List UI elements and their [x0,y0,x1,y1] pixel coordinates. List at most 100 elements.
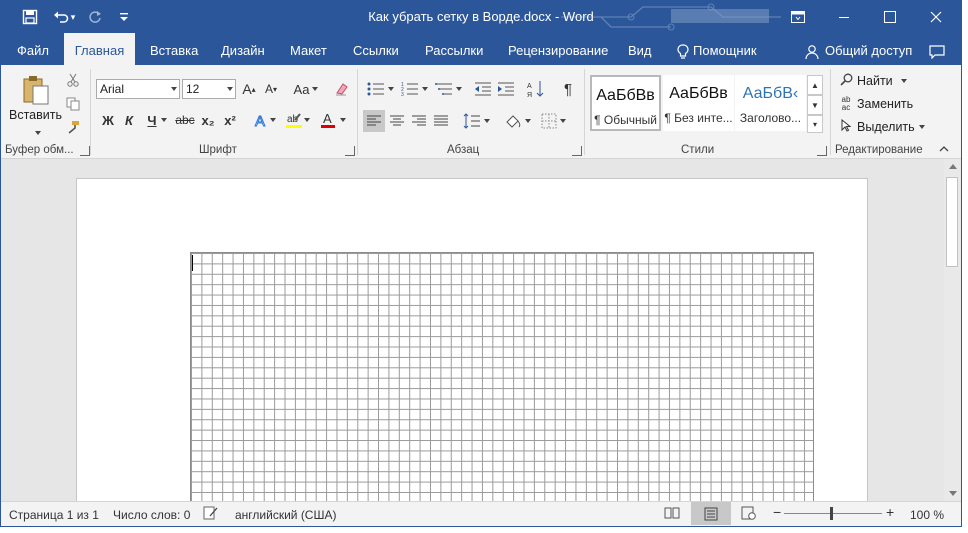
tab-references[interactable]: Ссылки [341,33,411,65]
zoom-slider-thumb[interactable] [830,507,833,520]
bold-button[interactable]: Ж [99,110,117,130]
comments-icon[interactable] [917,33,957,65]
align-right-button[interactable] [408,110,430,132]
strikethrough-button[interactable]: abc [174,110,196,130]
paragraph-launcher-icon[interactable] [572,146,582,156]
tab-review[interactable]: Рецензирование [496,33,620,65]
shading-icon[interactable] [501,110,533,132]
tab-layout[interactable]: Макет [278,33,339,65]
paste-icon[interactable] [19,73,53,107]
font-color-dropdown-icon[interactable] [339,110,347,130]
tab-tell-me[interactable]: Помощник [665,33,769,65]
cut-icon[interactable] [65,72,81,88]
increase-indent-icon[interactable] [496,79,516,99]
copy-icon[interactable] [65,96,81,112]
svg-text:A: A [323,111,332,126]
group-separator [830,69,831,155]
styles-scroll-down-icon[interactable]: ▼ [807,95,823,115]
tab-insert[interactable]: Вставка [138,33,210,65]
font-launcher-icon[interactable] [345,146,355,156]
tab-file[interactable]: Файл [5,33,61,65]
account-redacted [671,9,769,23]
word-count[interactable]: Число слов: 0 [113,508,190,522]
styles-launcher-icon[interactable] [817,146,827,156]
close-icon[interactable] [913,1,959,33]
document-area[interactable] [1,159,944,501]
numbering-icon[interactable]: 123 [399,79,429,99]
group-separator [584,69,585,155]
zoom-out-button[interactable]: − [773,505,781,519]
tab-design[interactable]: Дизайн [209,33,277,65]
page-count[interactable]: Страница 1 из 1 [9,508,99,522]
font-group-label: Шрифт [199,144,237,156]
language[interactable]: английский (США) [235,508,336,522]
scroll-down-icon[interactable] [944,486,961,501]
clear-formatting-icon[interactable] [332,79,352,99]
shrink-font-button[interactable]: A ▾ [262,79,280,99]
word-window: ▾ Как убрать сетку в Ворде.docx - Word Ф… [0,0,962,527]
zoom-in-button[interactable]: + [886,505,894,519]
borders-icon[interactable] [537,110,569,132]
align-center-button[interactable] [386,110,408,132]
bullets-icon[interactable] [365,79,395,99]
superscript-button[interactable]: x² [220,110,240,130]
show-formatting-marks-icon[interactable]: ¶ [558,79,578,99]
tab-mailings[interactable]: Рассылки [413,33,495,65]
change-case-label: Aa [293,81,310,97]
tell-me-label: Помощник [693,43,757,58]
style-no-spacing[interactable]: АаБбВв ¶ Без инте... [663,75,734,131]
find-button[interactable]: Найти [839,71,907,91]
zoom-level[interactable]: 100 % [910,508,944,522]
scroll-up-icon[interactable] [944,159,961,174]
subscript-button[interactable]: x₂ [198,110,218,130]
styles-scroll-up-icon[interactable]: ▲ [807,75,823,95]
font-color-icon[interactable]: A [318,110,338,130]
change-case-button[interactable]: Aa [289,79,323,99]
minimize-icon[interactable] [821,1,867,33]
select-button[interactable]: Выделить [839,117,925,137]
replace-icon: ab ac [841,95,851,112]
collapse-ribbon-icon[interactable] [937,143,951,155]
grid-table[interactable] [190,252,814,501]
paste-label[interactable]: Вставить [9,108,62,122]
text-cursor [192,255,193,271]
read-mode-icon[interactable] [664,506,680,523]
svg-text:3: 3 [401,92,404,96]
style-heading-1-sample: АаБбВ‹ [742,85,799,102]
scroll-thumb[interactable] [946,177,958,267]
highlight-dropdown-icon[interactable] [303,110,311,130]
underline-dropdown-icon[interactable] [159,110,169,130]
text-effects-icon[interactable]: A [251,110,271,130]
replace-button[interactable]: ab ac Заменить [839,94,914,114]
sort-icon[interactable]: AЯ [525,79,547,99]
decrease-indent-icon[interactable] [473,79,493,99]
grow-font-button[interactable]: A ▴ [240,79,258,99]
line-spacing-icon[interactable] [460,110,492,132]
share-button[interactable]: Общий доступ [793,33,924,65]
style-heading-1[interactable]: АаБбВ‹ Заголово... [735,75,806,131]
document-page[interactable] [76,178,868,501]
multilevel-list-icon[interactable] [433,79,463,99]
paste-dropdown-icon[interactable] [32,125,41,139]
justify-button[interactable] [430,110,452,132]
tab-view[interactable]: Вид [616,33,664,65]
web-layout-icon[interactable] [741,506,757,523]
tab-home[interactable]: Главная [64,33,135,65]
text-effects-dropdown-icon[interactable] [269,110,277,130]
maximize-icon[interactable] [867,1,913,33]
style-normal[interactable]: АаБбВв ¶ Обычный [590,75,661,131]
proofing-icon[interactable] [203,506,219,523]
styles-more-icon[interactable]: ▾ [807,115,823,133]
zoom-slider[interactable] [784,513,882,514]
format-painter-icon[interactable] [65,119,81,135]
italic-button[interactable]: К [120,110,138,130]
align-left-button[interactable] [363,110,385,132]
clipboard-launcher-icon[interactable] [80,146,90,156]
font-name-combo[interactable]: Arial [96,79,180,99]
style-normal-name: ¶ Обычный [594,113,657,127]
print-layout-icon[interactable] [691,502,731,525]
highlight-icon[interactable]: ab [283,110,305,130]
ribbon-display-options-icon[interactable] [775,1,821,33]
font-size-combo[interactable]: 12 [182,79,236,99]
vertical-scrollbar[interactable] [944,159,961,501]
